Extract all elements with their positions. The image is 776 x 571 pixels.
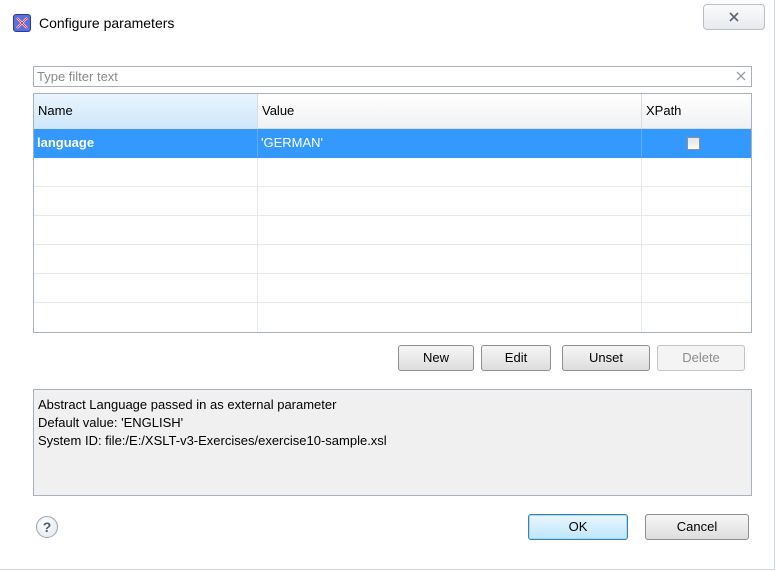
- help-icon[interactable]: ?: [36, 516, 58, 538]
- filter-input[interactable]: [34, 67, 727, 86]
- window-title: Configure parameters: [39, 15, 175, 31]
- param-name-cell: language: [34, 129, 258, 157]
- parameter-description: Abstract Language passed in as external …: [33, 389, 752, 496]
- app-logo-icon: [13, 14, 31, 32]
- close-icon: [729, 12, 739, 22]
- close-button[interactable]: [703, 4, 765, 30]
- ok-button[interactable]: OK: [528, 514, 628, 540]
- default-value-text: Default value: 'ENGLISH': [38, 415, 184, 430]
- xpath-checkbox[interactable]: [687, 137, 700, 150]
- table-row-empty: [34, 158, 751, 187]
- table-row-empty: [34, 216, 751, 245]
- column-header-value[interactable]: Value: [258, 94, 642, 128]
- filter-field: [33, 66, 752, 87]
- edit-button[interactable]: Edit: [481, 345, 551, 371]
- table-row[interactable]: language 'GERMAN': [34, 129, 751, 158]
- table-header: Name Value XPath: [34, 94, 751, 129]
- table-row-empty: [34, 303, 751, 332]
- param-xpath-cell: [642, 129, 751, 157]
- column-header-name[interactable]: Name: [34, 94, 258, 128]
- description-text: Abstract Language passed in as external …: [38, 397, 337, 412]
- table-row-empty: [34, 245, 751, 274]
- parameters-table: Name Value XPath language 'GERMAN': [33, 93, 752, 333]
- param-value-cell[interactable]: 'GERMAN': [258, 129, 642, 157]
- clear-filter-icon[interactable]: [734, 69, 748, 83]
- cancel-button[interactable]: Cancel: [645, 514, 749, 540]
- table-row-empty: [34, 274, 751, 303]
- title-bar: Configure parameters: [0, 0, 775, 40]
- column-header-xpath[interactable]: XPath: [642, 94, 751, 128]
- new-button[interactable]: New: [398, 345, 474, 371]
- table-row-empty: [34, 187, 751, 216]
- unset-button[interactable]: Unset: [562, 345, 650, 371]
- configure-parameters-dialog: Configure parameters Name Value XPath la…: [0, 0, 775, 570]
- system-id-text: System ID: file:/E:/XSLT-v3-Exercises/ex…: [38, 433, 387, 448]
- delete-button[interactable]: Delete: [657, 345, 745, 371]
